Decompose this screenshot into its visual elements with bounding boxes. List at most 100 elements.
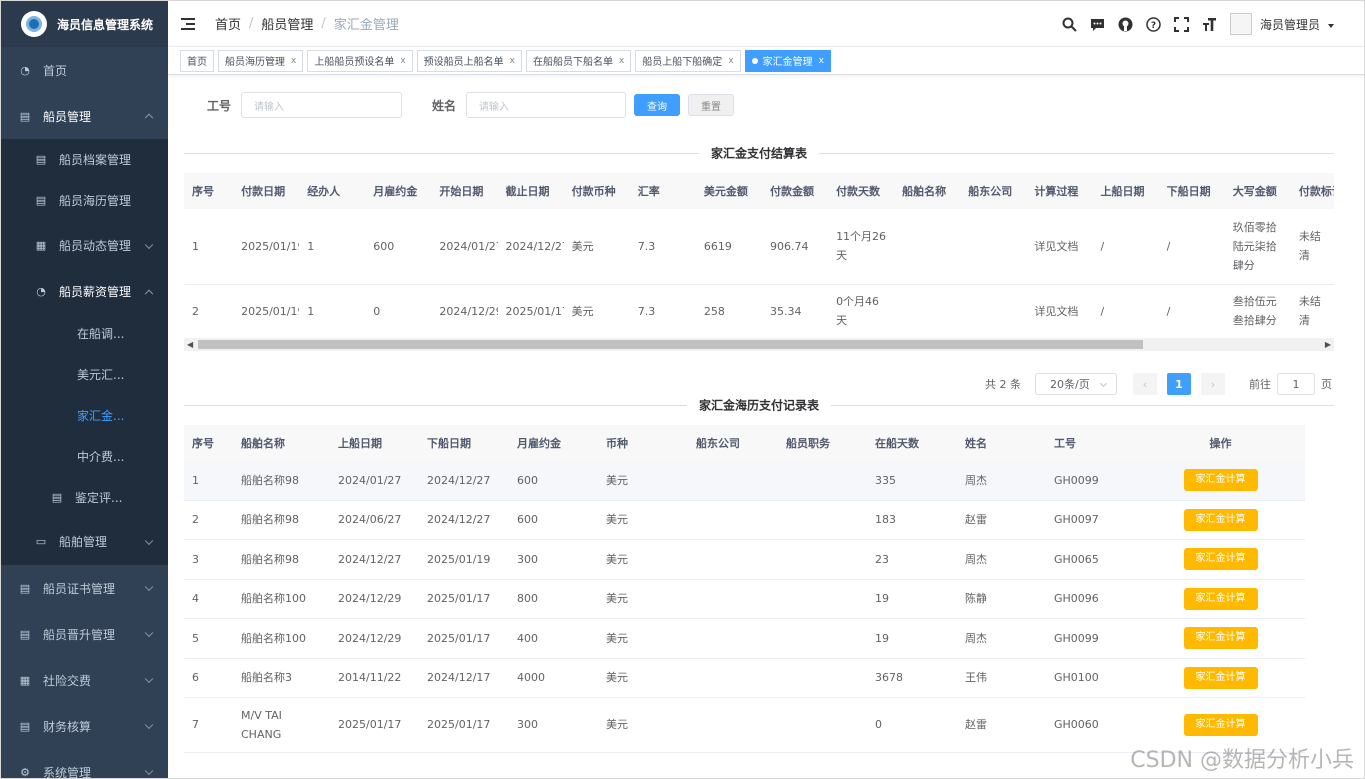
sidebar-item-social-insurance[interactable]: ▦ 社险交费 <box>1 657 168 703</box>
sidebar-item-crew-archive[interactable]: ▤ 船员档案管理 <box>1 139 168 180</box>
emp-no-input[interactable]: 请输入 <box>241 92 403 118</box>
sidebar-item-label: 社险交费 <box>43 673 92 688</box>
table-cell <box>688 658 778 698</box>
sidebar-item-label: 船员动态管理 <box>59 239 132 253</box>
message-icon[interactable] <box>1090 16 1106 32</box>
table-cell: 2024/12/27 <box>330 539 419 580</box>
table-row[interactable]: 2 2025/01/19 1 0 2024/12/29 2025/01/17 美元 7.3 25… <box>184 284 1334 339</box>
tags-view: 首页 船员海历管理 x 上船船员预设名单 x 预设船员上船名单 x 在船船员下船名单 x… <box>168 47 1364 75</box>
table-cell: 23 <box>867 539 957 580</box>
sidebar-item-agency-fee[interactable]: 中介费... <box>1 436 168 477</box>
scroll-left-icon[interactable]: ◀ <box>187 340 193 349</box>
column-header: 序号 <box>184 173 234 209</box>
tag-home[interactable]: 首页 <box>180 49 214 72</box>
table-cell: 11个月26天 <box>828 209 895 285</box>
close-icon[interactable]: x <box>728 56 733 66</box>
close-icon[interactable]: x <box>619 56 624 66</box>
page-number-1[interactable]: 1 <box>1167 373 1191 395</box>
table-row[interactable]: 2 船舶名称98 2024/06/27 2024/12/27 600 美元 183 赵雷 GH0… <box>184 500 1305 540</box>
github-icon[interactable] <box>1118 16 1134 32</box>
table-row[interactable]: 5 船舶名称100 2024/12/29 2025/01/17 400 美元 19 周杰 GH0… <box>184 618 1305 659</box>
breadcrumb-parent[interactable]: 船员管理 <box>261 14 313 33</box>
calculate-button[interactable]: 家汇金计算 <box>1183 627 1258 649</box>
table-cell: / <box>1158 209 1225 285</box>
table-row[interactable]: 3 船舶名称98 2024/12/27 2025/01/19 300 美元 23 周杰 GH00… <box>184 539 1305 580</box>
table-cell: 玖佰零拾陆元柒拾肆分 <box>1224 209 1291 285</box>
table-row[interactable]: 1 船舶名称98 2024/01/27 2024/12/27 600 美元 335 周杰 GH0… <box>184 461 1305 501</box>
calculate-button[interactable]: 家汇金计算 <box>1183 548 1258 570</box>
column-header: 船东公司 <box>688 425 778 461</box>
logo-bar[interactable]: 海员信息管理系统 <box>1 1 168 47</box>
table-row[interactable]: 1 2025/01/19 1 600 2024/01/27 2024/12/27 美元 7.3… <box>184 209 1334 285</box>
column-header: 付款日期 <box>233 173 300 209</box>
table-cell: 335 <box>867 461 957 501</box>
breadcrumb-home[interactable]: 首页 <box>215 14 241 33</box>
prev-page-button[interactable]: ‹ <box>1133 373 1157 395</box>
calculate-button[interactable]: 家汇金计算 <box>1183 666 1258 689</box>
sidebar-item-sea-history[interactable]: ▤ 船员海历管理 <box>1 180 168 221</box>
sidebar-item-system[interactable]: ⚙ 系统管理 <box>1 749 168 778</box>
tag-home-remittance[interactable]: 家汇金管理 x <box>744 49 831 72</box>
sidebar-item-usd-exchange[interactable]: 美元汇... <box>1 354 168 395</box>
tag-disembark-list[interactable]: 在船船员下船名单 x <box>525 49 632 72</box>
caret-down-icon[interactable] <box>1328 24 1334 28</box>
sidebar-item-crew-dynamics[interactable]: ▦ 船员动态管理 <box>1 221 168 270</box>
tag-label: 船员海历管理 <box>225 57 285 68</box>
calculate-button[interactable]: 家汇金计算 <box>1183 587 1258 610</box>
reset-button[interactable]: 重置 <box>688 94 735 116</box>
help-icon[interactable]: ? <box>1146 16 1162 32</box>
name-input[interactable]: 请输入 <box>466 92 627 118</box>
calculate-button[interactable]: 家汇金计算 <box>1183 508 1258 531</box>
user-name[interactable]: 海员管理员 <box>1260 16 1320 33</box>
tag-sea-history[interactable]: 船员海历管理 x <box>218 49 304 72</box>
avatar[interactable] <box>1229 13 1252 35</box>
tag-label: 家汇金管理 <box>762 57 813 68</box>
close-icon[interactable]: x <box>400 56 405 66</box>
goto-page-input[interactable]: 1 <box>1277 373 1315 395</box>
sidebar-item-crew-management[interactable]: ▤ 船员管理 <box>1 93 168 139</box>
chevron-up-icon <box>144 289 154 298</box>
tag-label: 上船船员预设名单 <box>314 57 395 68</box>
sidebar-item-home[interactable]: ◔ 首页 <box>1 47 168 93</box>
table-cell: 周杰 <box>957 539 1046 580</box>
tag-boarding-preset[interactable]: 上船船员预设名单 x <box>307 49 413 72</box>
sidebar-item-appraisal[interactable]: ▤ 鉴定评... <box>1 477 168 518</box>
table-row[interactable]: 6 船舶名称3 2014/11/22 2024/12/17 4000 美元 3678 王伟 GH… <box>184 658 1305 698</box>
column-header: 序号 <box>184 425 233 461</box>
horizontal-scrollbar[interactable]: ◀ ▶ <box>184 338 1334 351</box>
calculate-button[interactable]: 家汇金计算 <box>1183 469 1258 492</box>
column-header: 操作 <box>1136 425 1305 461</box>
scrollbar-thumb[interactable] <box>198 340 1143 349</box>
close-icon[interactable]: x <box>291 56 296 66</box>
hamburger-icon[interactable] <box>181 17 195 30</box>
table-row[interactable]: 4 船舶名称100 2024/12/29 2025/01/17 800 美元 19 陈静 GH0… <box>184 579 1305 619</box>
action-cell: 家汇金计算 <box>1136 658 1305 698</box>
scroll-right-icon[interactable]: ▶ <box>1325 340 1331 349</box>
table-cell: 船舶名称98 <box>233 539 330 580</box>
calculate-button[interactable]: 家汇金计算 <box>1183 713 1258 736</box>
table-cell: 美元 <box>598 579 688 619</box>
sidebar-item-promotion[interactable]: ▤ 船员晋升管理 <box>1 611 168 657</box>
fullscreen-icon[interactable] <box>1174 16 1190 32</box>
tag-preset-boarding[interactable]: 预设船员上船名单 x <box>416 49 522 72</box>
column-header: 付款标记 <box>1290 173 1334 209</box>
search-icon[interactable] <box>1062 16 1078 32</box>
sidebar-item-home-remittance[interactable]: 家汇金... <box>1 395 168 436</box>
table-cell: 王伟 <box>957 658 1046 698</box>
query-button[interactable]: 查询 <box>634 94 681 116</box>
sidebar-item-finance[interactable]: ▤ 财务核算 <box>1 703 168 749</box>
sidebar-item-label: 财务核算 <box>43 719 92 734</box>
sidebar-item-salary[interactable]: ◔ 船员薪资管理 <box>1 270 168 313</box>
next-page-button[interactable]: › <box>1201 373 1225 395</box>
close-icon[interactable]: x <box>819 56 824 66</box>
tag-board-confirm[interactable]: 船员上船下船确定 x <box>635 49 741 72</box>
sidebar-item-ship-management[interactable]: ▭ 船舶管理 <box>1 518 168 565</box>
font-size-icon[interactable] <box>1202 16 1218 32</box>
breadcrumb-current: 家汇金管理 <box>333 18 399 33</box>
sidebar-item-onboard-adjust[interactable]: 在船调... <box>1 313 168 354</box>
page-size-select[interactable]: 20条/页 <box>1035 373 1117 395</box>
table-cell: 300 <box>509 697 598 753</box>
table-cell: 2025/01/17 <box>419 697 509 753</box>
sidebar-item-certificates[interactable]: ▤ 船员证书管理 <box>1 565 168 611</box>
close-icon[interactable]: x <box>510 56 515 66</box>
